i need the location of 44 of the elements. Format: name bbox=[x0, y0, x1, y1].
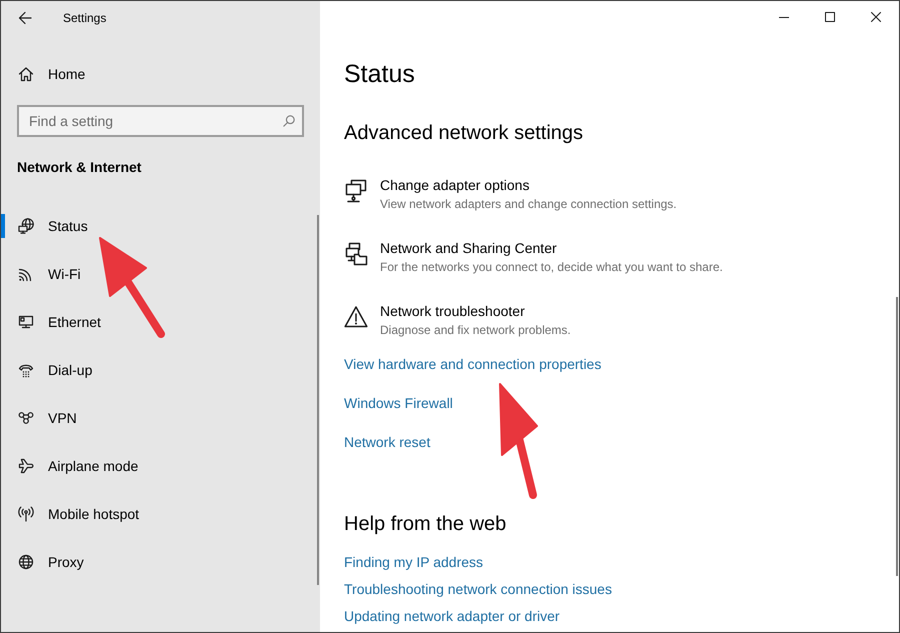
nav-item[interactable]: Proxy bbox=[1, 550, 320, 574]
link[interactable]: View hardware and connection properties bbox=[344, 354, 602, 374]
setting-title[interactable]: Change adapter options bbox=[380, 176, 677, 195]
scrollbar-thumb[interactable] bbox=[896, 297, 898, 576]
home-link[interactable]: Home bbox=[1, 54, 320, 94]
setting-title[interactable]: Network and Sharing Center bbox=[380, 239, 723, 258]
scrollbar-thumb[interactable] bbox=[317, 215, 319, 585]
link[interactable]: Windows Firewall bbox=[344, 393, 453, 413]
nav-item[interactable]: VPN bbox=[1, 406, 320, 430]
maximize-icon bbox=[825, 12, 835, 22]
linked-rings-icon bbox=[18, 410, 34, 426]
section-heading: Help from the web bbox=[344, 512, 508, 537]
search-icon[interactable] bbox=[283, 115, 295, 127]
setting-description: View network adapters and change connection settings. bbox=[380, 196, 677, 213]
setting-description: For the networks you connect to, decide what you want to share. bbox=[380, 259, 723, 276]
nav-item[interactable]: Wi-Fi bbox=[1, 262, 320, 286]
section-title: Network & Internet bbox=[17, 158, 142, 177]
warning-icon bbox=[344, 305, 368, 329]
section-heading: Advanced network settings bbox=[344, 121, 584, 146]
wifi-icon bbox=[18, 266, 34, 282]
nav-item[interactable]: Ethernet bbox=[1, 310, 320, 334]
link[interactable]: Troubleshooting network connection issues bbox=[344, 579, 612, 599]
nav-item[interactable]: Dial-up bbox=[1, 358, 320, 382]
link[interactable]: Network reset bbox=[344, 432, 430, 452]
devices-folder-icon bbox=[344, 242, 368, 266]
globe-monitor-icon bbox=[18, 218, 34, 234]
close-icon bbox=[871, 12, 881, 22]
link[interactable]: Finding my IP address bbox=[344, 552, 484, 572]
antenna-icon bbox=[18, 506, 34, 522]
home-icon bbox=[18, 66, 34, 82]
page-title: Status bbox=[344, 59, 416, 90]
nav-item[interactable]: Mobile hotspot bbox=[1, 502, 320, 526]
nav-item[interactable]: Airplane mode bbox=[1, 454, 320, 478]
phone-icon bbox=[18, 362, 34, 378]
globe-icon bbox=[18, 554, 34, 570]
window-title: Settings bbox=[63, 10, 106, 24]
monitors-icon bbox=[344, 179, 368, 203]
setting-description: Diagnose and fix network problems. bbox=[380, 322, 571, 339]
airplane-icon bbox=[18, 458, 34, 474]
back-arrow-icon bbox=[18, 10, 32, 24]
search-field[interactable]: Find a setting bbox=[17, 105, 304, 137]
monitor-plug-icon bbox=[18, 314, 34, 330]
link[interactable]: Updating network adapter or driver bbox=[344, 606, 560, 626]
setting-title[interactable]: Network troubleshooter bbox=[380, 302, 571, 321]
